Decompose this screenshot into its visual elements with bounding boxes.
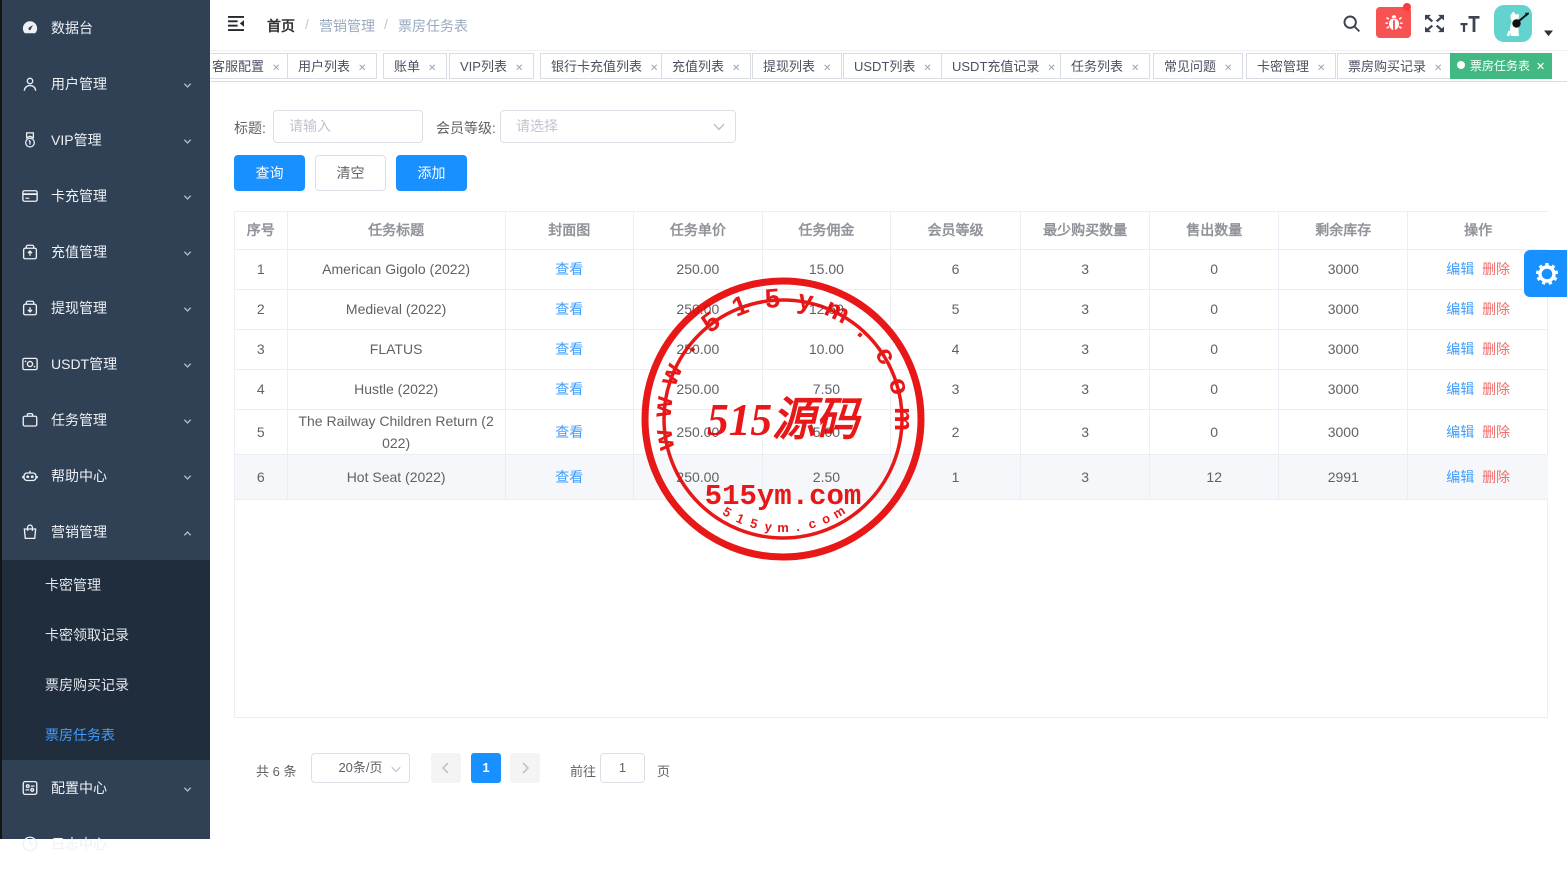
svg-text:y: y <box>764 519 774 535</box>
svg-text:w: w <box>647 394 679 420</box>
svg-text:m: m <box>777 520 789 535</box>
svg-text:515源码: 515源码 <box>707 394 863 445</box>
svg-text:.: . <box>795 519 801 534</box>
svg-text:w: w <box>647 426 681 454</box>
svg-text:5: 5 <box>764 283 782 314</box>
svg-text:5: 5 <box>749 515 760 531</box>
svg-text:c: c <box>807 515 818 531</box>
svg-text:y: y <box>795 284 815 316</box>
svg-text:.: . <box>852 316 878 343</box>
svg-text:515ym.com: 515ym.com <box>705 480 862 513</box>
svg-text:m: m <box>889 407 919 431</box>
svg-text:c: c <box>869 341 902 370</box>
svg-text:o: o <box>883 374 916 398</box>
